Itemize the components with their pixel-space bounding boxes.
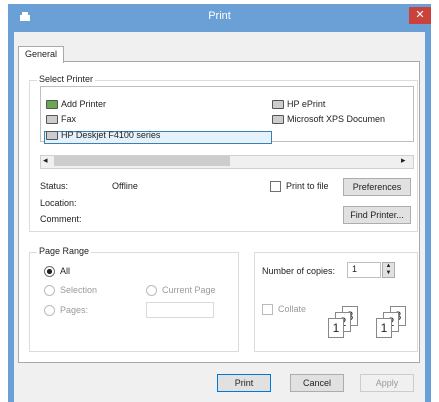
- status-value: Offline: [112, 181, 138, 191]
- printer-item-hp-eprint[interactable]: HP ePrint: [272, 99, 325, 109]
- close-icon[interactable]: ✕: [409, 7, 431, 24]
- selection-label: Selection: [60, 285, 98, 295]
- add-printer-icon: [46, 99, 58, 109]
- printer-item-hp-deskjet[interactable]: HP Deskjet F4100 series: [46, 130, 160, 140]
- print-to-file-checkbox[interactable]: [270, 181, 281, 192]
- copies-value: 1: [352, 264, 358, 274]
- window-title: Print: [208, 10, 231, 22]
- all-label: All: [60, 266, 71, 276]
- print-to-file-label: Print to file: [286, 181, 329, 191]
- scroll-left-icon[interactable]: ◂: [43, 155, 48, 166]
- current-page-label: Current Page: [162, 285, 216, 295]
- comment-label: Comment:: [40, 214, 82, 224]
- copies-spinner[interactable]: ▲ ▼: [382, 262, 395, 278]
- pages-label: Pages:: [60, 305, 89, 315]
- cancel-button[interactable]: Cancel: [290, 374, 344, 392]
- apply-button[interactable]: Apply: [360, 374, 414, 392]
- print-button[interactable]: Print: [217, 374, 271, 392]
- location-label: Location:: [40, 198, 77, 208]
- pages-input[interactable]: [146, 302, 214, 318]
- tab-general[interactable]: General: [18, 46, 64, 63]
- printer-item-fax[interactable]: Fax: [46, 114, 76, 124]
- select-printer-legend: Select Printer: [37, 74, 96, 84]
- scrollbar-thumb[interactable]: [54, 156, 230, 166]
- printer-item-add-printer[interactable]: Add Printer: [46, 99, 106, 109]
- collate-checkbox[interactable]: [262, 304, 273, 315]
- printer-icon: [46, 130, 58, 140]
- number-of-copies-label: Number of copies:: [262, 266, 336, 276]
- copies-input[interactable]: 1: [347, 262, 381, 278]
- pages-radio[interactable]: [44, 305, 55, 316]
- find-printer-button[interactable]: Find Printer...: [343, 206, 411, 224]
- title-bar[interactable]: Print ✕: [8, 4, 431, 30]
- preferences-button[interactable]: Preferences: [343, 178, 411, 196]
- all-radio[interactable]: [44, 266, 55, 277]
- network-printer-icon: [272, 114, 284, 124]
- page-range-legend: Page Range: [37, 246, 92, 256]
- collate-label: Collate: [278, 304, 307, 314]
- status-label: Status:: [40, 181, 69, 191]
- scroll-right-icon[interactable]: ▸: [401, 155, 406, 166]
- network-printer-icon: [272, 99, 284, 109]
- fax-icon: [46, 114, 58, 124]
- current-page-radio[interactable]: [146, 285, 157, 296]
- printer-item-xps[interactable]: Microsoft XPS Documen: [272, 114, 385, 124]
- selection-radio[interactable]: [44, 285, 55, 296]
